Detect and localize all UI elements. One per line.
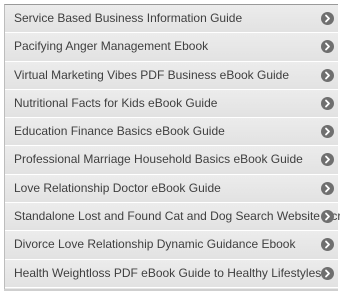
list-item[interactable]: Service Based Business Information Guide <box>5 5 338 34</box>
list-item[interactable]: Nutritional Facts for Kids eBook Guide <box>5 89 338 119</box>
chevron-right-circle-icon[interactable] <box>321 181 334 195</box>
list-item[interactable]: Virtual Marketing Vibes PDF Business eBo… <box>5 61 338 90</box>
chevron-right-circle-icon[interactable] <box>321 125 334 139</box>
list-item[interactable]: Standalone Lost and Found Cat and Dog Se… <box>5 203 340 232</box>
panel-bottom-border <box>4 289 338 291</box>
chevron-right-circle-icon[interactable] <box>321 153 334 167</box>
list-item-label[interactable]: Health Weightloss PDF eBook Guide to Hea… <box>14 260 321 287</box>
list-item-label[interactable]: Professional Marriage Household Basics e… <box>14 146 318 173</box>
chevron-right-circle-icon[interactable] <box>321 40 334 54</box>
list-item[interactable]: Love Relationship Doctor eBook Guide <box>5 174 338 204</box>
list-item-label[interactable]: Education Finance Basics eBook Guide <box>14 118 318 145</box>
chevron-right-circle-icon[interactable] <box>321 68 334 82</box>
guide-list-panel: Service Based Business Information Guide… <box>4 4 340 290</box>
list-item-label[interactable]: Service Based Business Information Guide <box>14 5 318 32</box>
chevron-right-circle-icon[interactable] <box>321 12 334 25</box>
list-item[interactable]: Health Weightloss PDF eBook Guide to Hea… <box>5 259 338 288</box>
chevron-right-circle-icon[interactable] <box>321 210 334 224</box>
guide-list: Service Based Business Information Guide… <box>5 5 340 288</box>
list-item-label[interactable]: Divorce Love Relationship Dynamic Guidan… <box>14 231 318 258</box>
list-item[interactable]: Professional Marriage Household Basics e… <box>5 146 338 175</box>
list-item-label[interactable]: Standalone Lost and Found Cat and Dog Se… <box>14 203 340 230</box>
list-item[interactable]: Pacifying Anger Management Ebook <box>5 33 338 62</box>
list-item-label[interactable]: Love Relationship Doctor eBook Guide <box>14 175 318 202</box>
list-item[interactable]: Education Finance Basics eBook Guide <box>5 118 338 147</box>
list-item-label[interactable]: Virtual Marketing Vibes PDF Business eBo… <box>14 62 318 89</box>
list-item-label[interactable]: Pacifying Anger Management Ebook <box>14 33 318 60</box>
list-item[interactable]: Divorce Love Relationship Dynamic Guidan… <box>5 231 338 260</box>
chevron-right-circle-icon[interactable] <box>321 96 334 110</box>
list-item-label[interactable]: Nutritional Facts for Kids eBook Guide <box>14 90 318 117</box>
chevron-right-circle-icon[interactable] <box>321 238 334 252</box>
chevron-right-circle-icon[interactable] <box>321 266 334 280</box>
